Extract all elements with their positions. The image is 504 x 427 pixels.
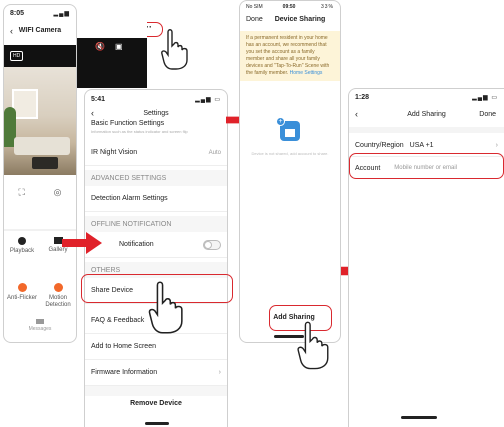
motion-detection-icon [53,283,63,292]
divider [4,229,76,231]
empty-state-text: Device is not shared, add account to sha… [251,151,329,156]
status-time: 1:28 [355,93,370,101]
basic-settings-item[interactable]: Basic Function Settings [91,120,164,127]
signal-icon: ▂▄▆ ▭ [195,96,221,103]
sofa-shape [14,137,70,155]
remove-device-button[interactable]: Remove Device [85,390,227,418]
add-to-home-item[interactable]: Add to Home Screen [85,334,227,360]
playback-button[interactable]: Playback [4,237,40,263]
pointer-hand-icon [297,321,329,370]
home-indicator [145,422,169,425]
done-button[interactable]: Done [479,111,496,118]
anti-flicker-button[interactable]: Anti-Flicker [4,283,40,315]
chevron-right-icon: › [495,142,498,149]
table-shape [32,157,58,169]
status-time: 09:50 [282,3,296,10]
nav-bar: Done Device Sharing [240,12,340,26]
room-image [4,67,76,175]
tab-messages[interactable]: Messages [4,319,76,337]
carrier: No SIM [246,3,263,10]
nav-bar: ‹ WIFI Camera [4,23,76,39]
region-label: Country/Region [355,142,404,149]
toggle-knob [204,240,212,249]
battery-level: 33% [320,3,334,10]
playback-icon [18,237,26,245]
share-illustration-icon: + [276,117,300,141]
ir-value: Auto [208,149,221,156]
status-time: 8:05 [10,9,25,17]
header-extension [77,22,147,38]
chevron-right-icon: › [218,369,221,376]
fullscreen-icon[interactable]: ▣ [115,42,123,51]
status-time: 5:41 [91,95,106,103]
page-title: WIFI Camera [18,27,62,34]
device-sharing-screen: No SIM 09:50 33% Done Device Sharing If … [239,0,341,343]
home-settings-link[interactable]: Home Settings [290,70,323,76]
detection-alarm-item[interactable]: Detection Alarm Settings [85,186,227,212]
status-bar: 1:28 ▂▄▆ ▭ [349,89,504,105]
settings-screen: 5:41 ▂▄▆ ▭ ‹ Settings Basic Function Set… [84,89,228,427]
page-title: Settings [143,110,169,117]
control-row: ⛶ ◎ [4,181,76,203]
status-bar: 8:05 ▂▄▆ [4,5,76,21]
spacer [349,127,504,133]
page-title: Device Sharing [274,15,326,23]
motion-detection-button[interactable]: Motion Detection [40,283,76,315]
pointer-hand-icon [148,281,183,334]
done-button[interactable]: Done [246,16,263,23]
section-advanced: ADVANCED SETTINGS [85,170,227,186]
status-bar: 5:41 ▂▄▆ ▭ [85,90,227,108]
messages-icon [36,319,44,324]
plus-icon: + [276,117,285,126]
basic-settings-subtitle: Information such as the status indicator… [91,129,188,134]
firmware-info-item[interactable]: Firmware Information › [85,360,227,386]
anti-flicker-icon [17,283,27,292]
ir-night-vision-item[interactable]: IR Night Vision Auto [85,140,227,166]
hd-badge[interactable]: HD [10,51,24,61]
camera-icon[interactable]: ◎ [54,187,62,198]
home-indicator [401,416,437,419]
add-sharing-screen: 1:28 ▂▄▆ ▭ ‹ Add Sharing Done Country/Re… [348,88,504,427]
status-bar: No SIM 09:50 33% [240,1,340,12]
video-extension: 🔇 ▣ [77,38,147,88]
pointer-hand-icon [161,29,188,70]
section-offline: OFFLINE NOTIFICATION [85,216,227,232]
notification-toggle[interactable] [203,239,221,250]
signal-icon: ▂▄▆ ▭ [472,94,498,101]
screenshot-icon[interactable]: ⛶ [18,187,24,198]
region-value: USA +1 [409,142,434,149]
function-row-2: Anti-Flicker Motion Detection [4,283,76,315]
notice-banner: If a permanent resident in your home has… [240,31,340,81]
camera-screen: 8:05 ▂▄▆ ‹ WIFI Camera HD ⛶ ◎ Playback G… [3,4,77,343]
back-icon[interactable]: ‹ [10,23,13,39]
account-highlight [349,153,504,179]
signal-icon: ▂▄▆ [53,10,70,17]
offline-notification-item[interactable]: Notification [85,232,227,258]
arrow-right-icon [62,232,102,254]
mute-icon[interactable]: 🔇 [95,42,105,51]
